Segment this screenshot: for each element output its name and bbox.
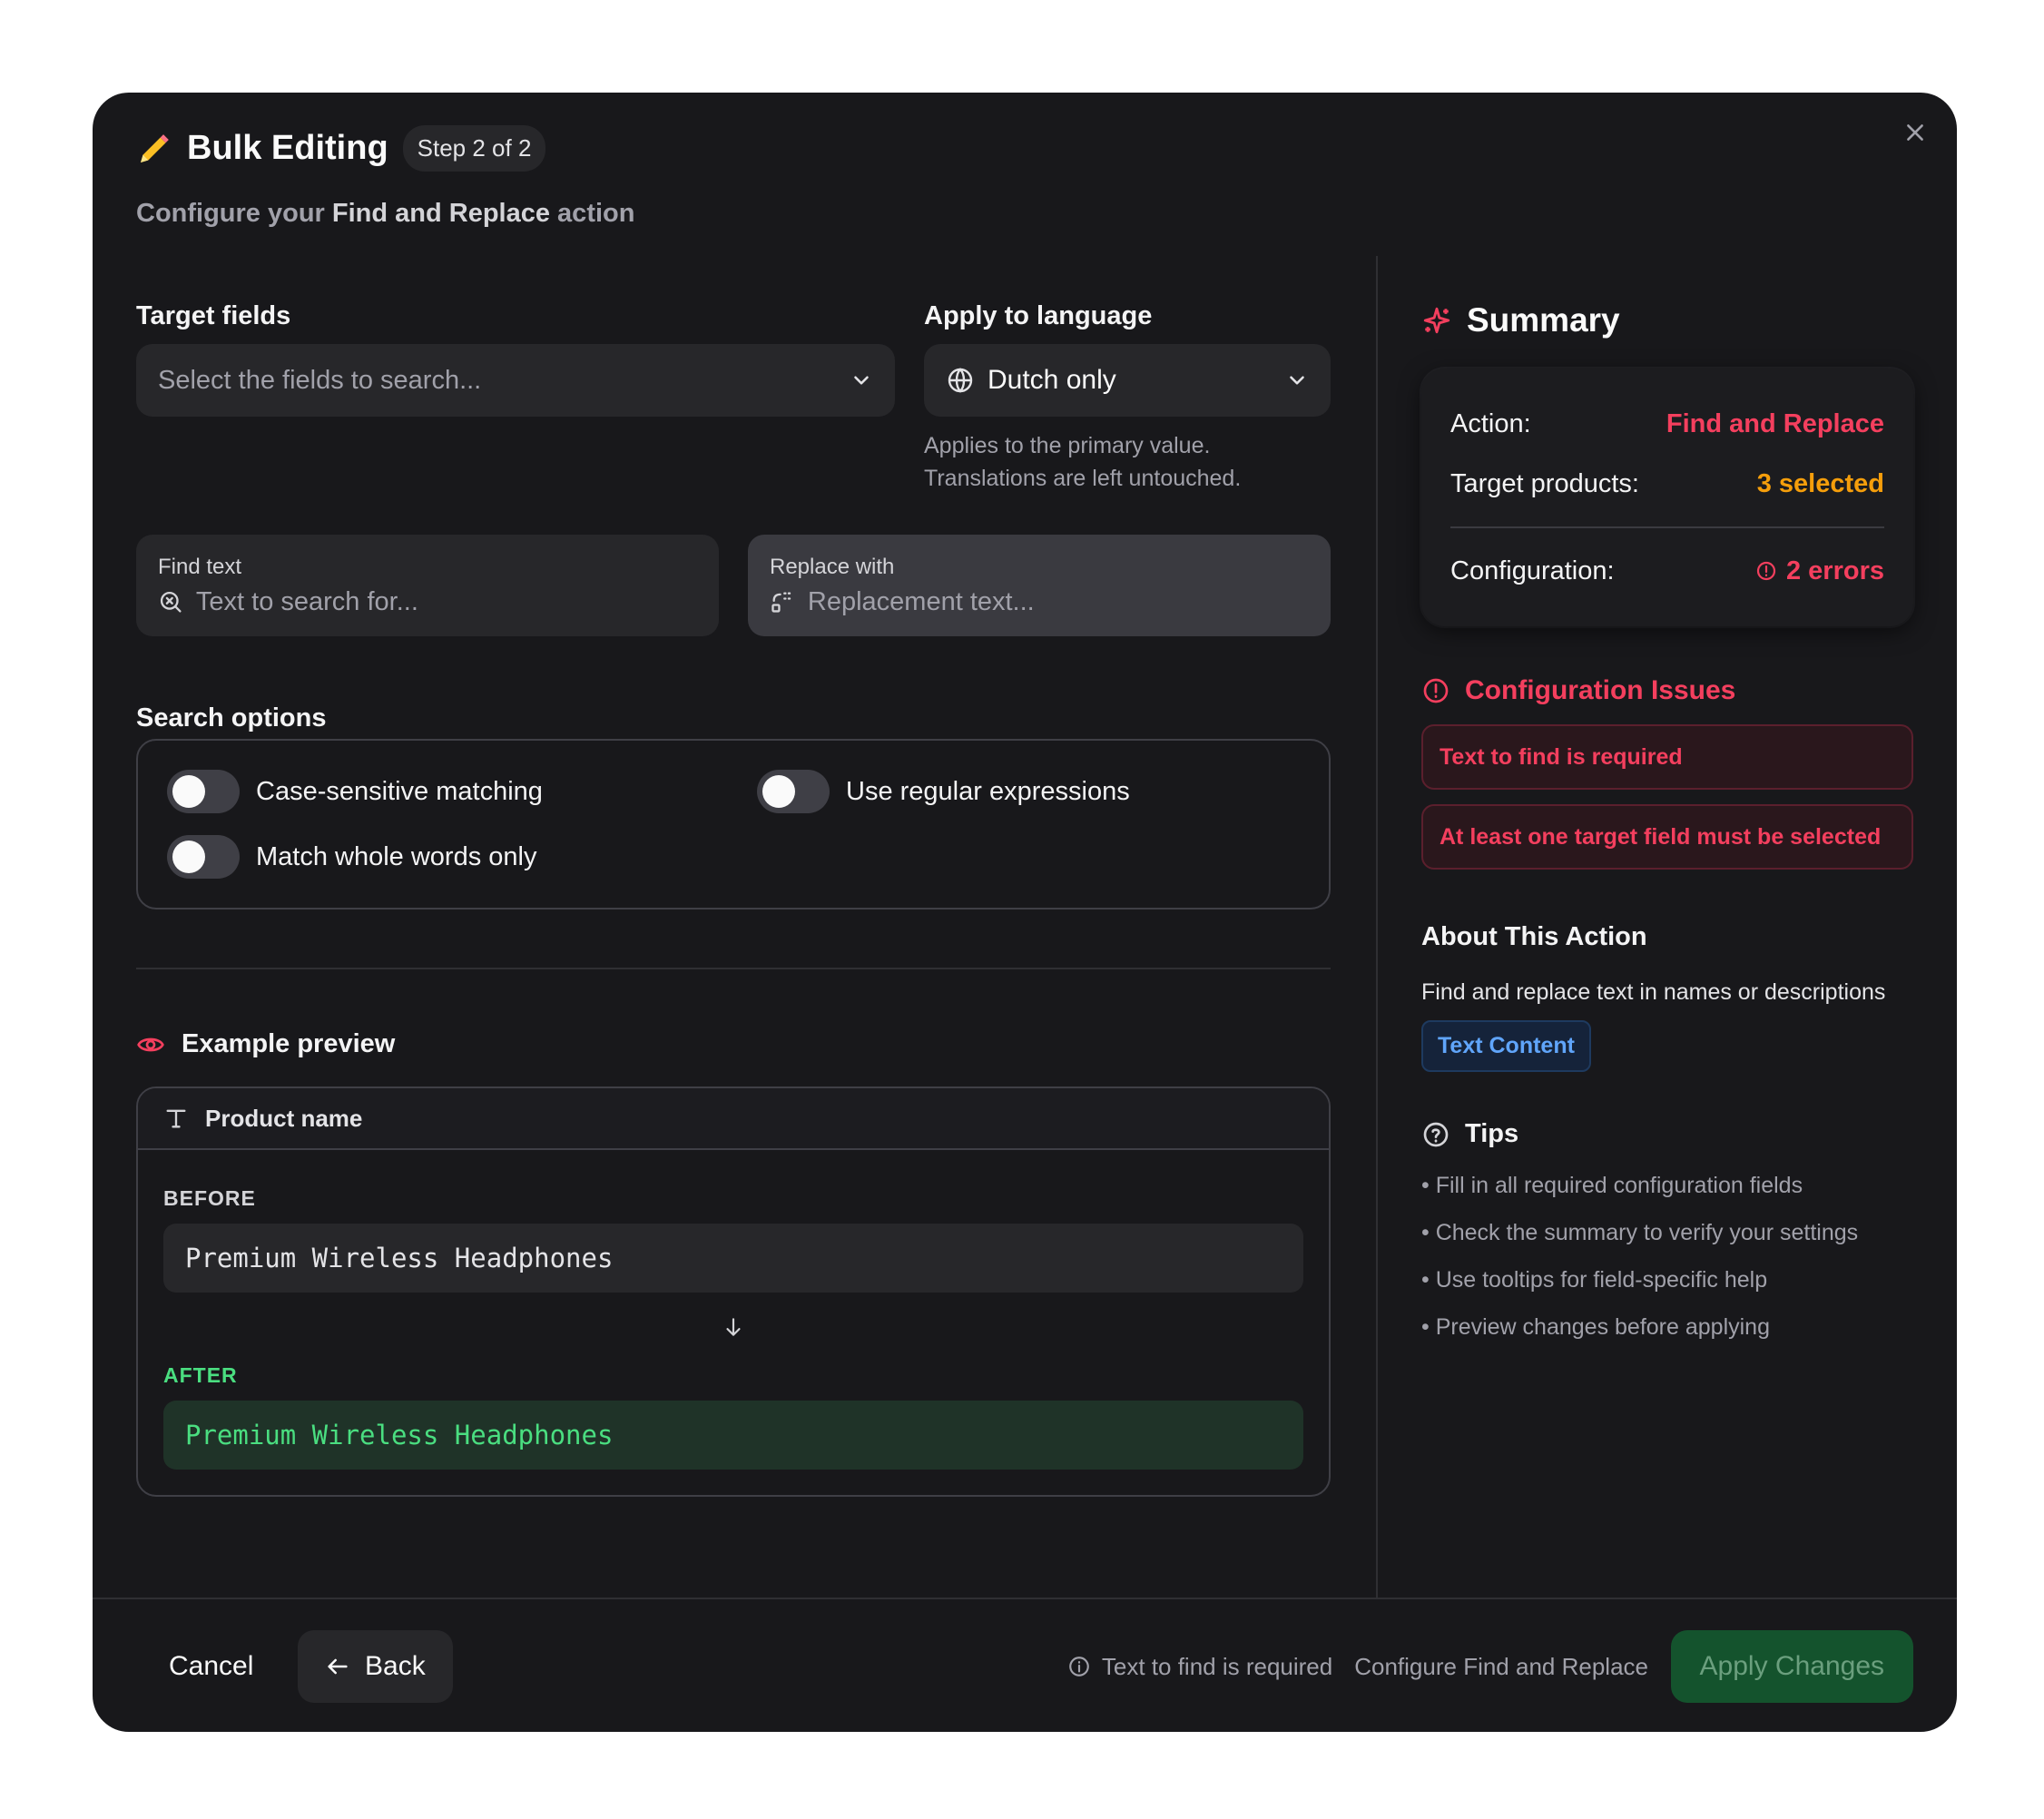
tip-item: • Use tooltips for field-specific help xyxy=(1421,1266,1768,1293)
replace-text-field[interactable]: Replace with xyxy=(748,535,1331,636)
target-products-key: Target products: xyxy=(1450,468,1639,498)
info-icon xyxy=(1069,1657,1089,1676)
find-text-field[interactable]: Find text xyxy=(136,535,719,636)
globe-icon xyxy=(948,368,973,393)
replace-with-label: Replace with xyxy=(770,554,895,579)
cancel-button[interactable]: Cancel xyxy=(143,1630,279,1703)
example-preview-label: Example preview xyxy=(182,1029,396,1058)
action-key: Action: xyxy=(1450,408,1531,438)
modal-header: Bulk Editing Step 2 of 2 Configure your … xyxy=(136,125,634,229)
target-fields-select[interactable]: Select the fields to search... xyxy=(136,344,895,417)
sparkles-icon xyxy=(1423,307,1450,334)
close-icon xyxy=(1907,124,1923,141)
help-circle-icon xyxy=(1423,1122,1449,1146)
language-select[interactable]: Dutch only xyxy=(924,344,1331,417)
issue-item: At least one target field must be select… xyxy=(1421,804,1913,870)
apply-changes-button[interactable]: Apply Changes xyxy=(1670,1630,1913,1703)
footer-context: Configure Find and Replace xyxy=(1354,1652,1648,1680)
configuration-key: Configuration: xyxy=(1450,556,1615,585)
category-tag: Text Content xyxy=(1421,1020,1591,1072)
arrow-left-icon xyxy=(328,1658,348,1675)
target-fields-label: Target fields xyxy=(136,301,291,330)
tip-item: • Check the summary to verify your setti… xyxy=(1421,1219,1859,1245)
whole-words-option[interactable]: Match whole words only xyxy=(167,835,536,879)
preview-field-name: Product name xyxy=(205,1104,363,1132)
tip-item: • Preview changes before applying xyxy=(1421,1313,1770,1340)
replace-icon xyxy=(771,592,791,613)
alert-circle-icon xyxy=(1423,678,1449,703)
search-options-label: Search options xyxy=(136,703,327,733)
tip-item: • Fill in all required configuration fie… xyxy=(1421,1172,1803,1198)
step-badge: Step 2 of 2 xyxy=(402,125,546,172)
action-value: Find and Replace xyxy=(1666,408,1884,438)
footer-warning: Text to find is required xyxy=(1101,1652,1333,1680)
replace-text-input[interactable] xyxy=(807,586,1309,617)
before-label: BEFORE xyxy=(163,1186,256,1210)
case-sensitive-toggle[interactable] xyxy=(167,770,240,813)
modal-footer: Cancel Back Text to find is required Con… xyxy=(93,1598,1957,1732)
language-help: Applies to the primary value. Translatio… xyxy=(924,433,1242,491)
section-divider xyxy=(136,968,1331,969)
language-label: Apply to language xyxy=(924,301,1153,330)
configuration-panel: Target fields Select the fields to searc… xyxy=(136,301,1331,1497)
before-value: Premium Wireless Headphones xyxy=(185,1243,614,1273)
summary-title: Summary xyxy=(1467,301,1620,339)
whole-words-toggle[interactable] xyxy=(167,835,240,879)
regex-option[interactable]: Use regular expressions xyxy=(757,770,1130,813)
panel-divider xyxy=(1376,256,1378,1599)
modal-subtitle: Configure your Find and Replace action xyxy=(136,199,635,228)
about-description: Find and replace text in names or descri… xyxy=(1421,979,1886,1005)
footer-status: Text to find is required Configure Find … xyxy=(1067,1630,1648,1703)
after-value-box: Premium Wireless Headphones xyxy=(163,1401,1303,1470)
text-type-icon xyxy=(166,1109,186,1128)
config-issues-title: Configuration Issues xyxy=(1465,675,1736,705)
modal-title: Bulk Editing xyxy=(187,129,388,167)
find-text-input[interactable] xyxy=(195,586,697,617)
summary-card: Action: Find and Replace Target products… xyxy=(1421,369,1913,626)
after-value: Premium Wireless Headphones xyxy=(185,1420,614,1450)
regex-toggle[interactable] xyxy=(757,770,830,813)
tips-list: • Fill in all required configuration fie… xyxy=(1421,1162,1913,1351)
bulk-edit-modal: Bulk Editing Step 2 of 2 Configure your … xyxy=(93,93,1957,1732)
configuration-value: 2 errors xyxy=(1755,556,1884,586)
summary-panel: Summary Action: Find and Replace Target … xyxy=(1421,301,1913,1351)
search-options-box: Case-sensitive matching Use regular expr… xyxy=(136,739,1331,910)
arrow-down-icon xyxy=(726,1318,741,1336)
after-label: AFTER xyxy=(163,1363,238,1387)
eye-icon xyxy=(137,1037,164,1051)
back-button[interactable]: Back xyxy=(298,1630,453,1703)
chevron-down-icon xyxy=(854,376,869,385)
close-button[interactable] xyxy=(1897,114,1933,151)
case-sensitive-option[interactable]: Case-sensitive matching xyxy=(167,770,543,813)
before-value-box: Premium Wireless Headphones xyxy=(163,1224,1303,1293)
target-products-value: 3 selected xyxy=(1756,468,1884,498)
tips-title: Tips xyxy=(1465,1119,1519,1148)
search-x-icon xyxy=(160,591,182,613)
pencil-icon xyxy=(141,133,169,162)
find-text-label: Find text xyxy=(158,554,242,579)
issue-item: Text to find is required xyxy=(1421,724,1913,790)
chevron-down-icon xyxy=(1290,376,1304,385)
alert-circle-icon xyxy=(1756,561,1776,581)
about-title: About This Action xyxy=(1421,922,1647,951)
preview-box: Product name BEFORE Premium Wireless Hea… xyxy=(136,1086,1331,1497)
